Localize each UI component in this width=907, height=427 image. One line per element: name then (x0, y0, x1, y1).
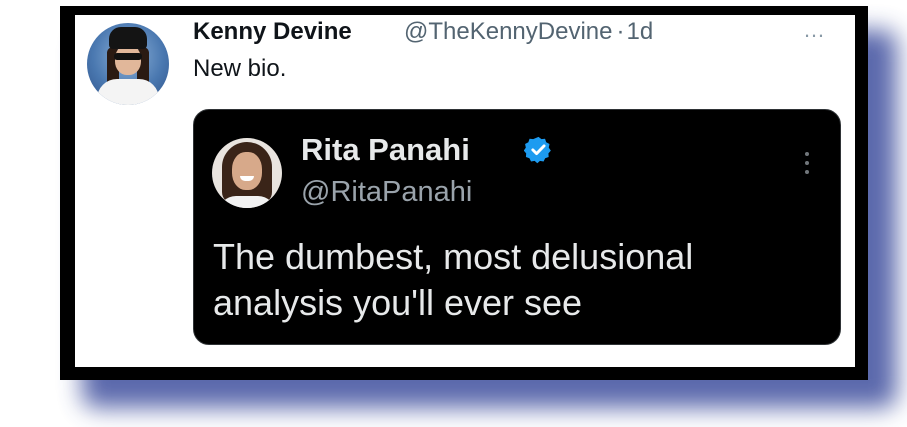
verified-badge-icon (524, 136, 551, 164)
tweet-meta: @TheKennyDevine ·1d (404, 18, 653, 46)
tweet-card[interactable]: Kenny Devine @TheKennyDevine ·1d … New bi… (75, 15, 855, 367)
tweet-timestamp[interactable]: 1d (626, 18, 653, 45)
quoted-more-options-icon[interactable] (804, 152, 810, 178)
author-name[interactable]: Kenny Devine (193, 18, 352, 46)
quoted-author-avatar[interactable] (212, 138, 282, 208)
author-handle[interactable]: @TheKennyDevine (404, 18, 612, 45)
quoted-tweet-text: The dumbest, most delusional analysis yo… (213, 236, 694, 323)
author-avatar[interactable] (87, 23, 169, 105)
quoted-tweet[interactable]: Rita Panahi @RitaPanahi The dumbest, mos… (193, 109, 841, 345)
tweet-text: New bio. (193, 55, 287, 82)
more-options-icon[interactable]: … (803, 17, 826, 43)
quoted-author-name[interactable]: Rita Panahi (301, 132, 470, 168)
meta-separator: · (616, 18, 625, 45)
quoted-author-handle[interactable]: @RitaPanahi (301, 176, 472, 209)
